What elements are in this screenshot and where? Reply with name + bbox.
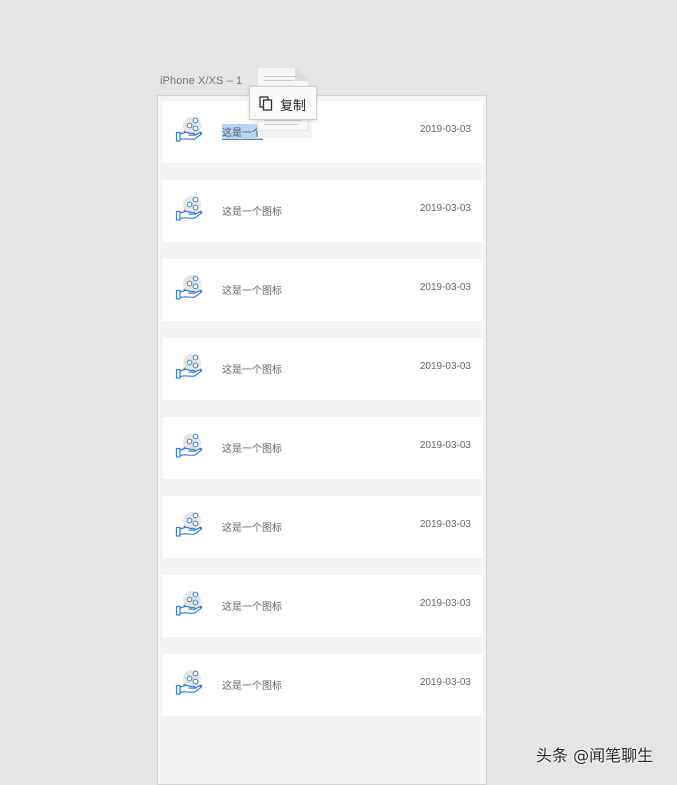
item-date: 2019-03-03 [419, 361, 471, 372]
list-item[interactable]: 这是一个图标 2019-03-03 [163, 259, 483, 321]
ghost-line [264, 80, 294, 81]
item-date: 2019-03-03 [419, 519, 471, 530]
ghost-line [264, 120, 302, 121]
item-label: 这是一个图标 [222, 602, 282, 613]
item-label: 这是一个图标 [222, 523, 282, 534]
ghost-line [264, 76, 298, 77]
item-label: 这是一个图标 [222, 365, 282, 376]
item-date: 2019-03-03 [419, 124, 471, 135]
item-label: 这是一个图标 [222, 681, 282, 692]
list-item[interactable]: 这是一个图标 2019-03-03 [163, 417, 483, 479]
copy-icon [259, 96, 273, 111]
hand-coins-icon [175, 353, 205, 381]
list-item[interactable]: 这是一个图标 2019-03-03 [163, 496, 483, 558]
copy-label: 复制 [280, 99, 307, 114]
list-item[interactable]: 这是一个 2019-03-03 [163, 101, 483, 163]
item-label: 这是一个图标 [222, 444, 282, 455]
artboard-title[interactable]: iPhone X/XS – 1 [160, 75, 242, 87]
hand-coins-icon [175, 195, 205, 223]
list-item[interactable]: 这是一个图标 2019-03-03 [163, 654, 483, 716]
hand-coins-icon [175, 274, 205, 302]
ghost-line [264, 124, 298, 125]
item-label: 这是一个图标 [222, 207, 282, 218]
item-date: 2019-03-03 [419, 598, 471, 609]
list-item[interactable]: 这是一个图标 2019-03-03 [163, 180, 483, 242]
copy-tooltip[interactable]: 复制 [249, 86, 317, 120]
artboard[interactable]: 这是一个 2019-03-03 这是一个图标 2019-03-03 这是一个图标… [157, 95, 487, 785]
item-date: 2019-03-03 [419, 203, 471, 214]
watermark: 头条 @闻笔聊生 [536, 746, 654, 765]
list-item[interactable]: 这是一个图标 2019-03-03 [163, 575, 483, 637]
item-date: 2019-03-03 [419, 282, 471, 293]
item-label: 这是一个图标 [222, 286, 282, 297]
hand-coins-icon [175, 669, 205, 697]
page-fold [295, 67, 309, 81]
item-date: 2019-03-03 [419, 440, 471, 451]
hand-coins-icon [175, 511, 205, 539]
list-item[interactable]: 这是一个图标 2019-03-03 [163, 338, 483, 400]
hand-coins-icon [175, 590, 205, 618]
item-date: 2019-03-03 [419, 677, 471, 688]
hand-coins-icon [175, 432, 205, 460]
hand-coins-icon [175, 116, 205, 144]
